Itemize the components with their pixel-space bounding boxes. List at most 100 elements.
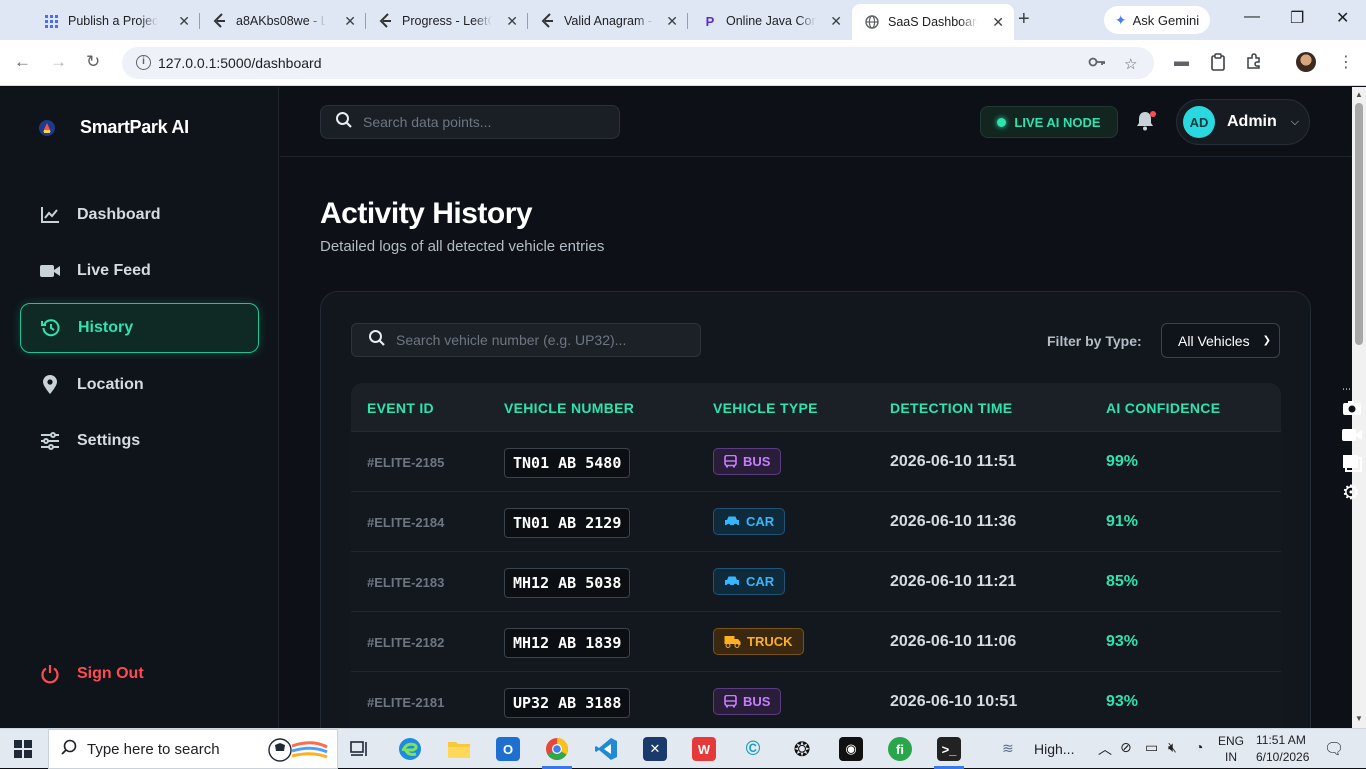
vehicle-search-box[interactable] — [351, 323, 701, 357]
bookmark-star-icon[interactable]: ☆ — [1124, 55, 1137, 73]
outlook-icon[interactable]: O — [496, 737, 520, 761]
table-row[interactable]: #ELITE-2182 MH12 AB 1839 TRUCK 2026-06-10 1… — [351, 612, 1281, 672]
tab-close-icon[interactable]: ✕ — [178, 13, 190, 30]
app-c-icon[interactable]: © — [741, 737, 765, 761]
globe-icon — [864, 14, 880, 30]
chrome-icon[interactable] — [545, 737, 569, 761]
extension-icon[interactable]: ▬ — [1174, 53, 1189, 70]
scroll-up-icon[interactable]: ▲ — [1355, 90, 1363, 99]
language-bottom[interactable]: IN — [1225, 750, 1237, 764]
site-info-icon[interactable]: i — [136, 55, 151, 70]
forward-icon[interactable]: → — [50, 52, 67, 72]
wps-icon[interactable]: W — [692, 737, 716, 761]
camera-icon[interactable] — [1342, 400, 1362, 421]
data-search-box[interactable] — [320, 105, 620, 139]
detection-time: 2026-06-10 11:51 — [890, 453, 1017, 470]
browser-tab[interactable]: Valid Anagram - L ✕ — [528, 6, 688, 36]
task-view-icon[interactable] — [348, 737, 372, 761]
sidebar-item-settings[interactable]: Settings — [20, 416, 259, 466]
page-title: Activity History — [320, 197, 533, 230]
reload-icon[interactable]: ↻ — [86, 52, 100, 72]
column-header[interactable]: AI CONFIDENCE — [1106, 400, 1220, 416]
window-icon[interactable] — [1342, 454, 1362, 477]
close-window-icon[interactable]: ✕ — [1336, 8, 1349, 28]
browser-tab-active[interactable]: SaaS Dashboard ✕ — [852, 4, 1014, 40]
scroll-down-icon[interactable]: ▼ — [1355, 714, 1363, 723]
browser-tab[interactable]: Progress - LeetCo ✕ — [366, 6, 528, 36]
table-row[interactable]: #ELITE-2184 TN01 AB 2129 CAR 2026-06-10 11:… — [351, 492, 1281, 552]
sidebar-item-dashboard[interactable]: Dashboard — [20, 190, 259, 240]
table-row[interactable]: #ELITE-2185 TN01 AB 5480 BUS 2026-06-10 11:… — [351, 432, 1281, 492]
profile-avatar[interactable] — [1296, 52, 1316, 72]
terminal-icon[interactable]: >_ — [937, 737, 961, 761]
tab-close-icon[interactable]: ✕ — [992, 14, 1004, 31]
app-topbar: LIVE AI NODE AD Admin ⌵ — [280, 87, 1352, 157]
new-tab-icon[interactable]: + — [1018, 8, 1030, 31]
link-icon[interactable]: ⋯ — [1342, 384, 1351, 395]
volume-muted-icon[interactable]: 🔇︎ — [1168, 739, 1177, 756]
sidebar-item-label: Live Feed — [77, 262, 151, 279]
notification-center-icon[interactable]: 🗨︎ — [1324, 739, 1344, 759]
scrollbar-thumb[interactable] — [1355, 103, 1363, 345]
table-row[interactable]: #ELITE-2183 MH12 AB 5038 CAR 2026-06-10 11:… — [351, 552, 1281, 612]
gear-icon[interactable]: ⚙ — [1342, 480, 1360, 505]
address-bar[interactable]: i 127.0.0.1:5000/dashboard ☆ — [122, 47, 1154, 79]
menu-kebab-icon[interactable]: ⋮ — [1338, 52, 1354, 72]
restore-icon[interactable]: ❐ — [1290, 8, 1304, 28]
key-icon[interactable] — [1088, 55, 1106, 72]
sidebar-item-live-feed[interactable]: Live Feed — [20, 246, 259, 296]
sign-out-button[interactable]: Sign Out — [20, 649, 259, 699]
clipboard-icon[interactable] — [1210, 53, 1226, 75]
vehicle-type-select[interactable]: All Vehicles ❯ — [1161, 323, 1280, 358]
vscode-icon[interactable] — [594, 737, 618, 761]
ask-gemini-button[interactable]: ✦ Ask Gemini — [1104, 6, 1210, 34]
wifi-icon[interactable]: ◔ — [1195, 739, 1203, 755]
data-search-input[interactable] — [363, 114, 603, 130]
battery-icon[interactable]: ▭ — [1145, 739, 1158, 756]
file-explorer-icon[interactable] — [447, 737, 471, 761]
column-header[interactable]: VEHICLE NUMBER — [504, 400, 634, 416]
ai-confidence: 91% — [1106, 513, 1139, 530]
ai-confidence: 93% — [1106, 693, 1139, 710]
puzzle-icon[interactable] — [1246, 53, 1262, 73]
tab-close-icon[interactable]: ✕ — [666, 13, 678, 30]
tab-title: Valid Anagram - L — [564, 14, 654, 28]
column-header[interactable]: EVENT ID — [367, 400, 434, 416]
table-row[interactable]: #ELITE-2181 UP32 AB 3188 BUS 2026-06-10 10:… — [351, 672, 1281, 732]
browser-tab[interactable]: Publish a Project ✕ — [32, 6, 200, 36]
brand[interactable]: SmartPark AI — [38, 117, 189, 138]
edge-icon[interactable] — [398, 737, 422, 761]
sidebar: SmartPark AI Dashboard Live Feed History… — [0, 87, 279, 728]
vehicle-search-input[interactable] — [396, 332, 696, 348]
tab-close-icon[interactable]: ✕ — [506, 13, 518, 30]
browser-tab[interactable]: P Online Java Comp ✕ — [690, 6, 852, 36]
notifications-button[interactable] — [1136, 111, 1156, 133]
minimize-icon[interactable]: — — [1244, 8, 1260, 26]
app-icon[interactable]: ✕ — [643, 737, 667, 761]
browser-tab[interactable]: a8AKbs08we - Le ✕ — [200, 6, 366, 36]
user-menu[interactable]: AD Admin ⌵ — [1176, 99, 1310, 145]
tab-close-icon[interactable]: ✕ — [830, 13, 842, 30]
clock-date[interactable]: 6/10/2026 — [1256, 750, 1309, 764]
column-header[interactable]: DETECTION TIME — [890, 400, 1012, 416]
back-icon[interactable]: ← — [14, 52, 31, 72]
sidebar-item-location[interactable]: Location — [20, 360, 259, 410]
detection-time: 2026-06-10 11:06 — [890, 633, 1017, 650]
weather-text[interactable]: High... — [1034, 741, 1074, 757]
chevron-up-icon[interactable]: ︿ — [1098, 739, 1112, 759]
video-icon[interactable] — [1342, 428, 1362, 447]
clock-time[interactable]: 11:51 AM — [1256, 733, 1306, 747]
app-f-icon[interactable]: fi — [888, 737, 912, 761]
event-id: #ELITE-2181 — [367, 695, 445, 710]
github-icon[interactable]: ◉ — [839, 737, 863, 761]
vehicle-plate: UP32 AB 3188 — [504, 688, 631, 718]
sidebar-item-history[interactable]: History — [20, 303, 259, 353]
windows-start-icon[interactable] — [14, 740, 32, 763]
language-top[interactable]: ENG — [1218, 734, 1244, 748]
taskbar-search[interactable]: Type here to search — [48, 729, 338, 769]
network-off-icon[interactable]: ⊘ — [1120, 739, 1132, 756]
column-header[interactable]: VEHICLE TYPE — [713, 400, 818, 416]
chatgpt-icon[interactable]: ❂ — [790, 737, 814, 761]
tab-close-icon[interactable]: ✕ — [344, 13, 356, 30]
vehicle-type-label: CAR — [746, 514, 775, 529]
